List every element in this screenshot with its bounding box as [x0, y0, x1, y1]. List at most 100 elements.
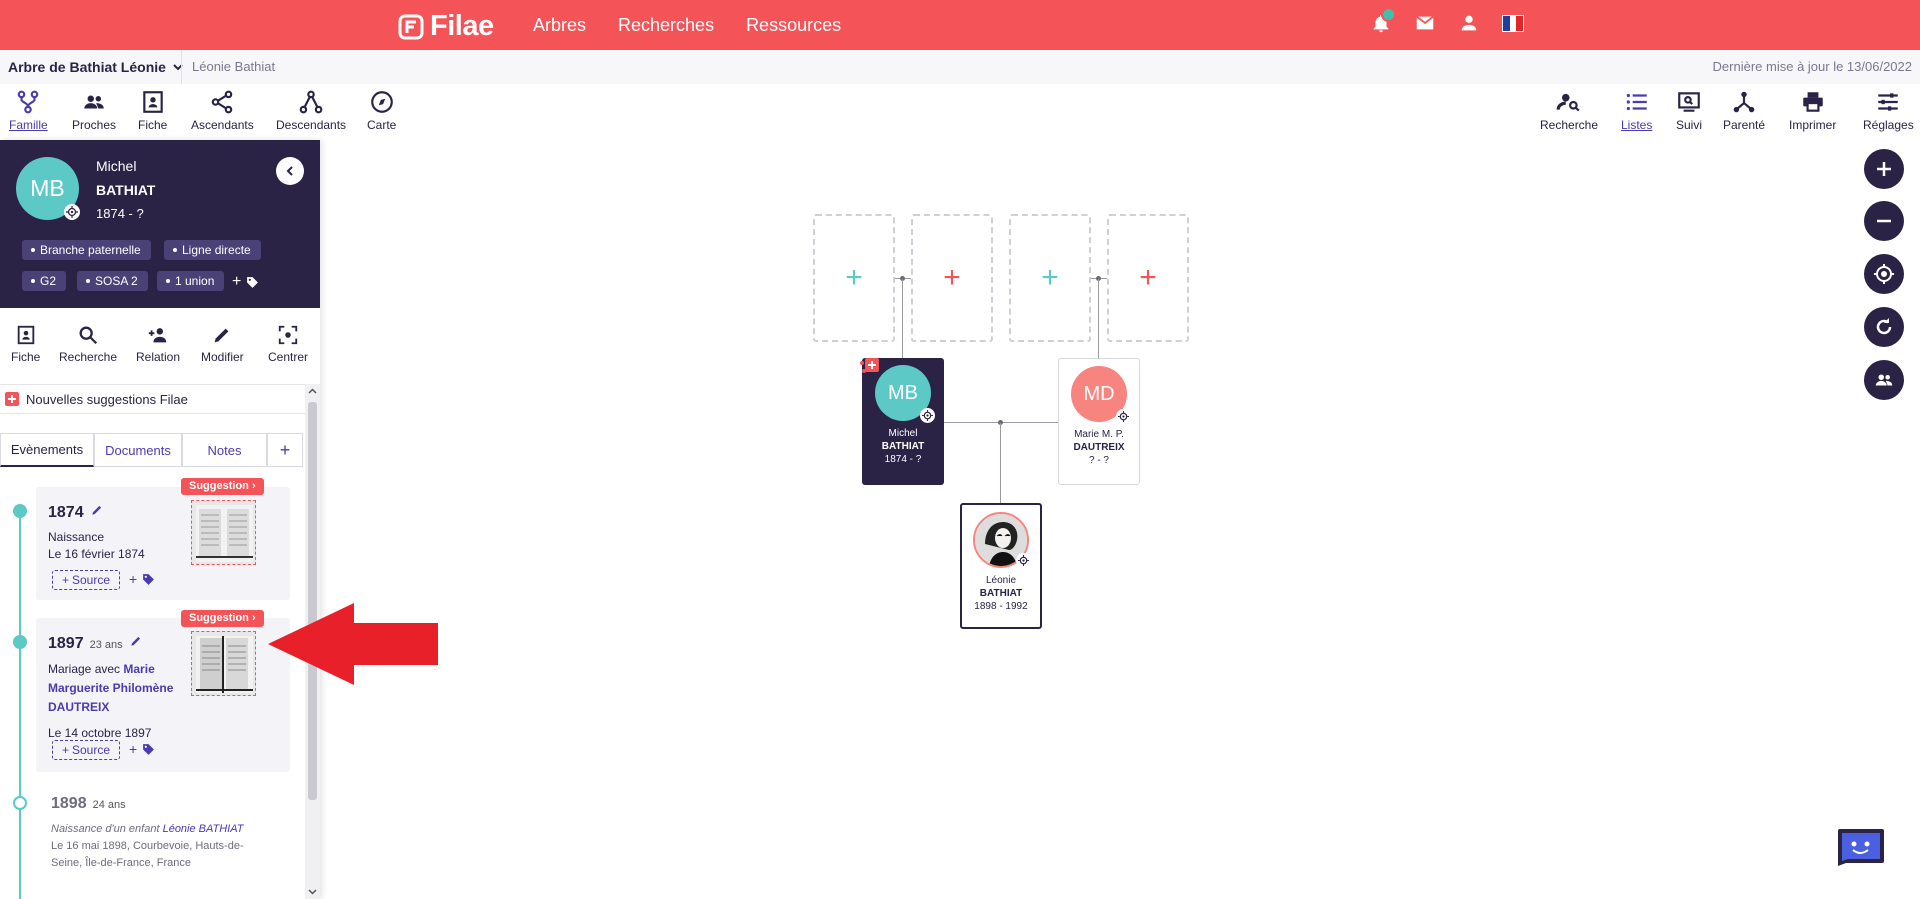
event-child-birth[interactable]: 1898 24 ans Naissance d'un enfant Léonie…: [36, 795, 290, 872]
tool-suivi[interactable]: Suivi: [1676, 89, 1702, 132]
mother-card[interactable]: MD Marie M. P. DAUTREIX ? - ?: [1058, 358, 1140, 485]
child-link[interactable]: Léonie BATHIAT: [163, 823, 244, 835]
add-tag-button[interactable]: +: [232, 273, 259, 291]
pencil-icon[interactable]: [129, 634, 143, 648]
refresh-button[interactable]: [1864, 307, 1904, 347]
add-grandparent-slot[interactable]: +: [1107, 214, 1189, 342]
card-first-name: Léonie: [985, 575, 1017, 586]
source-label: Source: [71, 573, 111, 587]
mother-avatar: MD: [1071, 366, 1131, 424]
tool-label: Ascendants: [191, 118, 254, 132]
event-place: Le 16 mai 1898, Courbevoie, Hauts-de-: [51, 840, 244, 852]
suggestion-plus-icon: [5, 392, 19, 406]
document-thumbnail[interactable]: [191, 500, 256, 565]
action-relation[interactable]: Relation: [136, 324, 180, 364]
suggestion-marker[interactable]: [859, 358, 879, 376]
add-grandparent-slot[interactable]: +: [813, 214, 895, 342]
tag-ligne[interactable]: Ligne directe: [164, 240, 261, 260]
root-person-card[interactable]: Léonie BATHIAT 1898 - 1992: [960, 503, 1042, 629]
nav-recherches[interactable]: Recherches: [618, 15, 714, 36]
collapse-panel-button[interactable]: [276, 157, 304, 185]
tab-add[interactable]: +: [267, 433, 303, 467]
event-age: 24 ans: [92, 799, 126, 811]
action-modifier[interactable]: Modifier: [201, 324, 244, 364]
add-source-button[interactable]: + Source: [52, 740, 120, 760]
action-recherche[interactable]: Recherche: [59, 324, 117, 364]
add-tag-button[interactable]: +: [129, 741, 155, 757]
tool-parente[interactable]: Parenté: [1723, 89, 1765, 132]
tag-generation[interactable]: G2: [22, 271, 67, 291]
french-flag-icon[interactable]: [1502, 14, 1524, 32]
event-card-birth[interactable]: 1874 Naissance Le 16 février 1874 + Sourc…: [36, 478, 290, 600]
tool-famille[interactable]: Famille: [9, 89, 48, 132]
tool-reglages[interactable]: Réglages: [1863, 89, 1914, 132]
tool-proches[interactable]: Proches: [72, 89, 116, 132]
tab-documents[interactable]: Documents: [94, 433, 182, 467]
locate-badge[interactable]: [64, 204, 80, 220]
tool-fiche[interactable]: Fiche: [138, 89, 167, 132]
spouse-link[interactable]: Marie: [123, 662, 154, 676]
user-icon[interactable]: [1458, 12, 1480, 34]
suggestions-row[interactable]: Nouvelles suggestions Filae: [0, 384, 306, 414]
action-centrer[interactable]: Centrer: [268, 324, 308, 364]
tab-evenements[interactable]: Evènements: [0, 433, 94, 467]
tool-imprimer[interactable]: Imprimer: [1789, 89, 1836, 132]
tree-selector[interactable]: Arbre de Bathiat Léonie: [8, 59, 184, 75]
view-toolbar: Famille Proches Fiche Ascendants Descend…: [0, 84, 1920, 140]
scroll-down-icon: [308, 889, 317, 895]
pencil-icon: [215, 328, 229, 343]
zoom-out-button[interactable]: [1864, 201, 1904, 241]
mail-icon[interactable]: [1414, 12, 1436, 34]
people-icon: [1875, 374, 1893, 386]
timeline-line: [19, 506, 21, 899]
suggestion-badge[interactable]: Suggestion ›: [181, 478, 264, 495]
chat-widget-button[interactable]: [1836, 827, 1886, 867]
event-card-marriage[interactable]: 1897 23 ans Mariage avec Marie Marguerit…: [36, 610, 290, 772]
zoom-in-button[interactable]: [1864, 149, 1904, 189]
last-update: Dernière mise à jour le 13/06/2022: [1712, 59, 1912, 74]
recenter-button[interactable]: [1864, 254, 1904, 294]
crosshair-icon: [1118, 411, 1129, 422]
tool-carte[interactable]: Carte: [367, 89, 396, 132]
tool-ascendants[interactable]: Ascendants: [191, 89, 254, 132]
relationship-icon: [1733, 91, 1755, 113]
suggestions-label: Nouvelles suggestions Filae: [26, 391, 188, 407]
breadcrumb-person: Léonie Bathiat: [192, 59, 276, 74]
arrow-left-icon: [268, 603, 438, 685]
spouse-link[interactable]: DAUTREIX: [48, 700, 109, 714]
tab-notes[interactable]: Notes: [182, 433, 267, 467]
tool-label: Listes: [1621, 118, 1653, 132]
pencil-icon[interactable]: [90, 503, 104, 517]
suggestion-badge[interactable]: Suggestion ›: [181, 610, 264, 627]
tool-descendants[interactable]: Descendants: [276, 89, 346, 132]
add-source-button[interactable]: + Source: [52, 570, 120, 590]
locate-badge[interactable]: [1116, 409, 1131, 424]
list-icon: [1626, 93, 1647, 111]
document-thumbnail[interactable]: [191, 631, 256, 696]
locate-badge[interactable]: [1016, 553, 1031, 568]
event-type-prefix: Mariage avec: [48, 662, 121, 676]
add-tag-button[interactable]: +: [129, 571, 155, 587]
tag-sosa[interactable]: SOSA 2: [77, 271, 148, 291]
event-year: 1898 24 ans: [36, 795, 290, 813]
avatar-initials: MB: [30, 175, 65, 201]
tool-recherche[interactable]: Recherche: [1540, 89, 1598, 132]
add-grandparent-slot[interactable]: +: [911, 214, 993, 342]
spouse-link[interactable]: Marguerite Philomène: [48, 681, 173, 695]
action-fiche[interactable]: Fiche: [11, 324, 40, 364]
tool-label: Imprimer: [1789, 118, 1837, 132]
filae-logo[interactable]: Filae: [398, 10, 494, 43]
tag-union[interactable]: 1 union: [157, 271, 225, 291]
nav-arbres[interactable]: Arbres: [533, 15, 586, 36]
locate-badge[interactable]: [920, 408, 935, 423]
add-grandparent-slot[interactable]: +: [1009, 214, 1091, 342]
family-view-button[interactable]: [1864, 360, 1904, 400]
tool-listes[interactable]: Listes: [1621, 89, 1652, 132]
scrollbar-thumb[interactable]: [308, 402, 317, 800]
action-label: Modifier: [201, 350, 244, 364]
tag-branche[interactable]: Branche paternelle: [22, 240, 151, 260]
event-year: 1897 23 ans: [48, 634, 143, 653]
nav-ressources[interactable]: Ressources: [746, 15, 841, 36]
notifications-button[interactable]: [1370, 7, 1396, 34]
father-card[interactable]: MB Michel BATHIAT 1874 - ?: [862, 358, 944, 485]
